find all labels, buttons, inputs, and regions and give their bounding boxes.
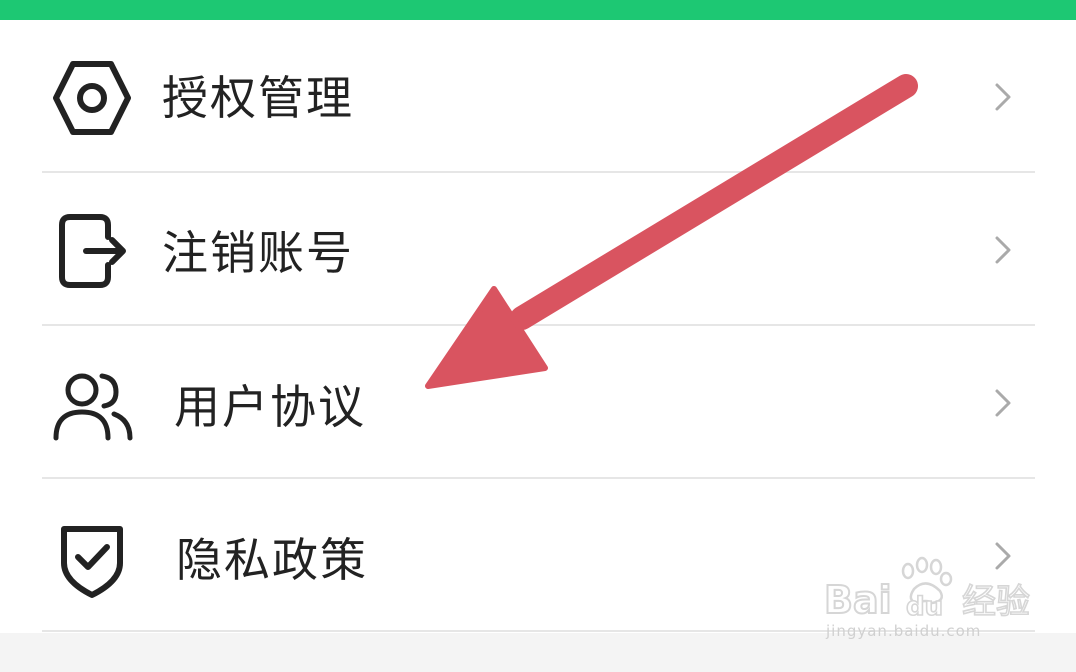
menu-item-label: 授权管理	[162, 71, 354, 125]
logout-icon	[50, 209, 134, 293]
chevron-right-icon	[990, 233, 1016, 267]
users-icon	[50, 362, 134, 446]
top-status-bar	[0, 0, 1076, 20]
menu-item-label: 用户协议	[174, 380, 366, 434]
menu-item-user-agreement[interactable]: 用户协议	[0, 326, 1076, 478]
svg-text:Bai: Bai	[824, 578, 892, 622]
settings-page: 授权管理 注销账号 用户协议 隐私政策 Bai du 经验 jingyan.ba…	[0, 0, 1076, 672]
watermark-url: jingyan.baidu.com	[826, 622, 982, 640]
shield-check-icon	[50, 515, 134, 599]
svg-text:经验: 经验	[962, 582, 1030, 622]
svg-text:du: du	[906, 592, 943, 622]
hexagon-nut-icon	[50, 56, 134, 140]
chevron-right-icon	[990, 80, 1016, 114]
menu-item-deregister-account[interactable]: 注销账号	[0, 173, 1076, 325]
chevron-right-icon	[990, 386, 1016, 420]
menu-item-label: 注销账号	[162, 226, 354, 280]
menu-item-label: 隐私政策	[176, 533, 368, 587]
menu-item-authorization-management[interactable]: 授权管理	[0, 20, 1076, 172]
